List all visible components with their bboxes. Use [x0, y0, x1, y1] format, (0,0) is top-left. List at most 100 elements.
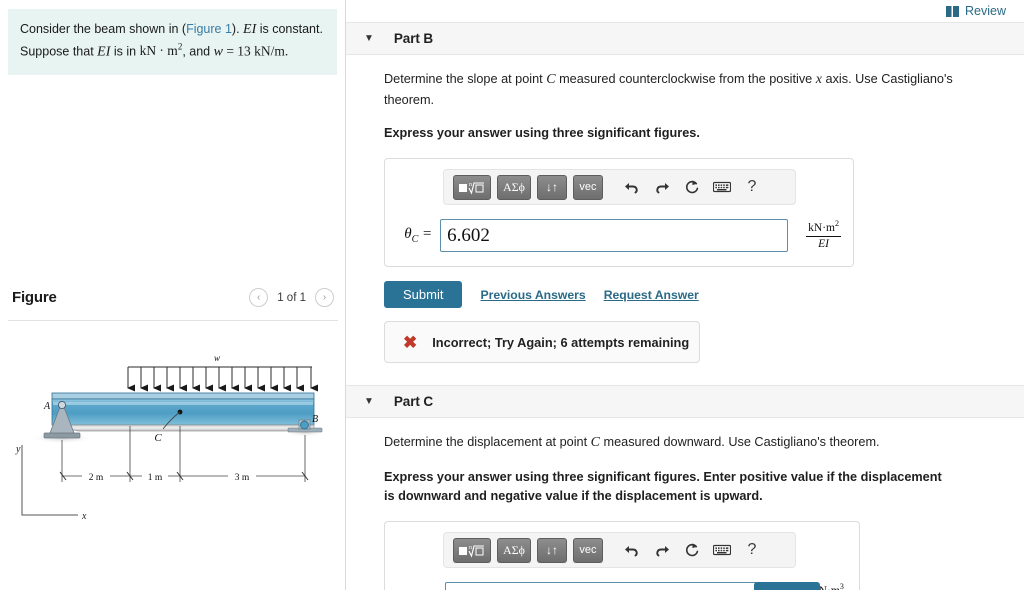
page-root: Consider the beam shown in (Figure 1). E… [0, 0, 1024, 590]
part-c-header[interactable]: ▼ Part C [346, 385, 1024, 419]
part-b-header[interactable]: ▼ Part B [346, 22, 1024, 55]
reset-icon[interactable] [680, 175, 704, 199]
part-c-question-pre: Determine the displacement at point [384, 435, 591, 450]
left-panel: Consider the beam shown in (Figure 1). E… [0, 0, 346, 590]
part-c-instruction: Express your answer using three signific… [384, 469, 942, 504]
w-value: = 13 kN/m. [222, 43, 289, 59]
part-b-previous-answers-link[interactable]: Previous Answers [480, 288, 585, 302]
part-c-var-c: C [590, 435, 600, 451]
keyboard-icon[interactable] [710, 538, 734, 562]
part-b-body: Determine the slope at point C measured … [346, 55, 1024, 364]
part-b-var-c: C [546, 72, 556, 87]
problem-text-line1-b: ). [231, 22, 244, 36]
units-kn-m: kN · m2 [139, 42, 183, 59]
svg-text:n: n [469, 182, 472, 188]
part-b-feedback-text: Incorrect; Try Again; 6 attempts remaini… [432, 334, 690, 350]
part-b-input-row: θC = kN·m2 EI [397, 219, 841, 253]
axis-x-label: x [81, 511, 87, 522]
part-b-variable-label: θC = [404, 226, 433, 246]
figure-next-button[interactable]: › [315, 288, 334, 307]
part-b-theta-subscript: C [411, 234, 419, 246]
review-label: Review [965, 4, 1006, 18]
x-icon: ✖ [403, 332, 418, 352]
book-icon [946, 5, 959, 17]
review-button[interactable]: Review [946, 4, 1006, 18]
beam-diagram: w A B C 2 m 1 m 3 m y x [0, 330, 346, 580]
figure-title: Figure [12, 289, 57, 306]
problem-text-line1-a: Consider the beam shown in ( [20, 22, 187, 36]
keyboard-icon[interactable] [710, 175, 734, 199]
beam-diagram-svg: w A B C 2 m 1 m 3 m y x [15, 353, 327, 522]
part-c-label: Part C [393, 394, 434, 410]
part-b-units-denominator: EI [818, 238, 829, 251]
part-b-units: kN·m2 EI [806, 219, 841, 251]
figure-prev-button[interactable]: ‹ [249, 288, 269, 307]
sub-superscript-button[interactable]: ↓↑ [536, 174, 567, 200]
part-c-answer-input[interactable] [445, 582, 793, 590]
help-icon[interactable]: ? [740, 538, 764, 562]
figure-navigation: ‹ 1 of 1 › [249, 288, 334, 307]
figure-divider [8, 320, 338, 321]
part-c-answer-card: n ΑΣϕ ↓↑ vec ? 3 [384, 521, 860, 590]
part-b-answer-card: n ΑΣϕ ↓↑ vec ? θC = 6.602 kN·m2 EI [384, 158, 854, 268]
part-b-question-mid: measured counterclockwise from the posit… [555, 72, 816, 86]
part-b-label: Part B [393, 31, 434, 46]
part-b-submit-button[interactable]: Submit [384, 281, 463, 309]
svg-text:n: n [469, 545, 472, 551]
distributed-load-arrows [127, 366, 318, 392]
support-b-label: B [312, 414, 318, 425]
load-label-w: w [214, 353, 220, 363]
greek-symbols-button[interactable]: ΑΣϕ [497, 537, 531, 563]
redo-icon[interactable] [650, 538, 674, 562]
undo-icon[interactable] [620, 538, 644, 562]
ei-symbol-1: EI [243, 22, 257, 37]
support-a-label: A [43, 401, 51, 412]
ei-symbol-2: EI [97, 44, 111, 60]
part-c-math-toolbar: n ΑΣϕ ↓↑ vec ? [443, 532, 796, 569]
coordinate-axes [21, 445, 78, 516]
part-c-collapse-caret[interactable]: ▼ [364, 396, 374, 407]
figure-header: Figure ‹ 1 of 1 › [0, 288, 346, 307]
part-b-instruction: Express your answer using three signific… [384, 126, 700, 141]
problem-text-line2-b: is in [110, 44, 140, 59]
part-b-actions: Submit Previous Answers Request Answer [384, 281, 1006, 309]
vector-button[interactable]: vec [572, 537, 603, 563]
part-c-question-post: measured downward. Use Castigliano's the… [599, 435, 880, 450]
reset-icon[interactable] [680, 538, 704, 562]
problem-text-line2-a: Suppose that [20, 44, 98, 59]
redo-icon[interactable] [650, 175, 674, 199]
part-b-collapse-caret[interactable]: ▼ [364, 33, 374, 44]
svg-text:2 m: 2 m [89, 473, 104, 483]
right-panel: Review ▼ Part B Determine the slope at p… [346, 0, 1024, 590]
beam-body [51, 392, 315, 432]
problem-statement: Consider the beam shown in (Figure 1). E… [8, 9, 337, 75]
problem-text-line2-c: , and [182, 44, 214, 59]
point-c-label: C [154, 432, 162, 444]
figure-counter: 1 of 1 [277, 291, 306, 304]
template-sqrt-button[interactable]: n [453, 174, 491, 200]
part-c-body: Determine the displacement at point C me… [346, 418, 1024, 590]
part-b-feedback: ✖ Incorrect; Try Again; 6 attempts remai… [384, 321, 700, 364]
problem-text-line1-c: is constant. [256, 22, 323, 36]
part-b-units-numerator: kN·m2 [806, 219, 841, 238]
undo-icon[interactable] [620, 175, 644, 199]
w-symbol: w [213, 44, 223, 60]
part-c-submit-button[interactable] [754, 582, 820, 590]
axis-y-label: y [15, 444, 21, 455]
part-b-question-pre: Determine the slope at point [384, 72, 547, 86]
figure-1-link[interactable]: Figure 1 [186, 22, 232, 36]
svg-text:3 m: 3 m [235, 473, 250, 483]
greek-symbols-button[interactable]: ΑΣϕ [497, 174, 531, 200]
part-b-theta-symbol: θ [404, 226, 412, 243]
svg-text:1 m: 1 m [148, 473, 163, 483]
template-sqrt-button[interactable]: n [453, 537, 491, 563]
part-b-answer-input[interactable] [440, 219, 789, 253]
part-c-question: Determine the displacement at point C me… [384, 432, 964, 454]
units-base: kN · m [139, 43, 178, 59]
vector-button[interactable]: vec [572, 174, 603, 200]
part-b-question: Determine the slope at point C measured … [384, 69, 964, 110]
review-bar: Review [346, 0, 1024, 22]
part-b-request-answer-link[interactable]: Request Answer [604, 288, 699, 302]
help-icon[interactable]: ? [740, 175, 764, 199]
sub-superscript-button[interactable]: ↓↑ [536, 537, 567, 563]
